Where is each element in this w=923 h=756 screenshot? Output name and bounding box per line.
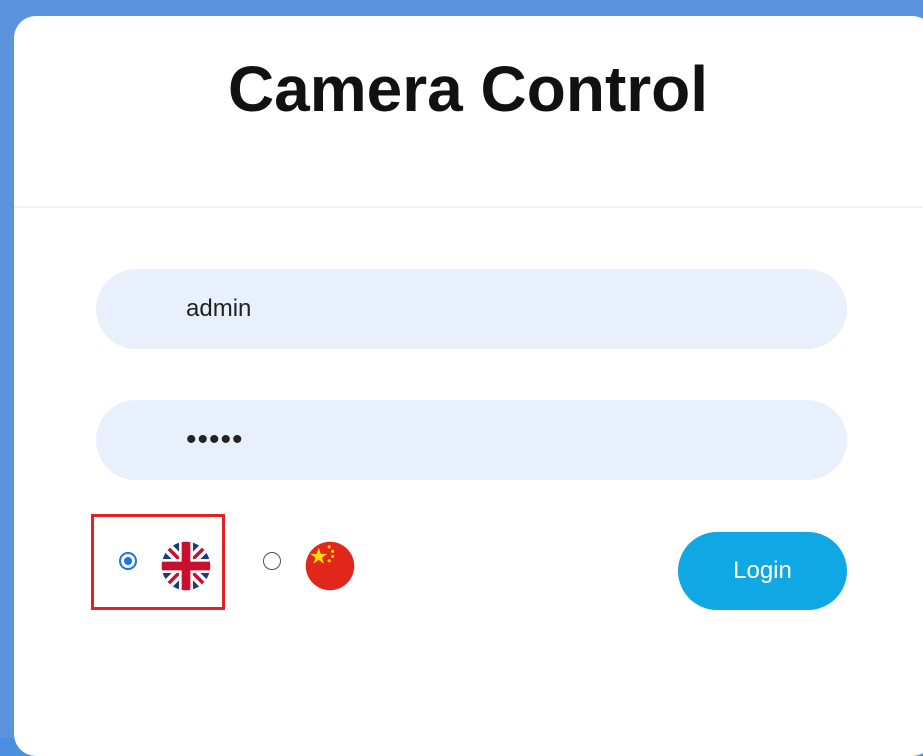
- window-frame: Camera Control Login: [0, 0, 923, 756]
- uk-flag-icon[interactable]: [160, 540, 212, 592]
- login-card: [14, 16, 923, 756]
- china-flag-icon[interactable]: [304, 540, 356, 592]
- language-radio-english[interactable]: [119, 552, 137, 570]
- page-title: Camera Control: [227, 53, 709, 125]
- language-radio-chinese[interactable]: [263, 552, 281, 570]
- login-button[interactable]: Login: [678, 532, 847, 610]
- username-input[interactable]: [96, 269, 847, 349]
- password-input[interactable]: [96, 400, 847, 480]
- header-divider: [14, 206, 923, 208]
